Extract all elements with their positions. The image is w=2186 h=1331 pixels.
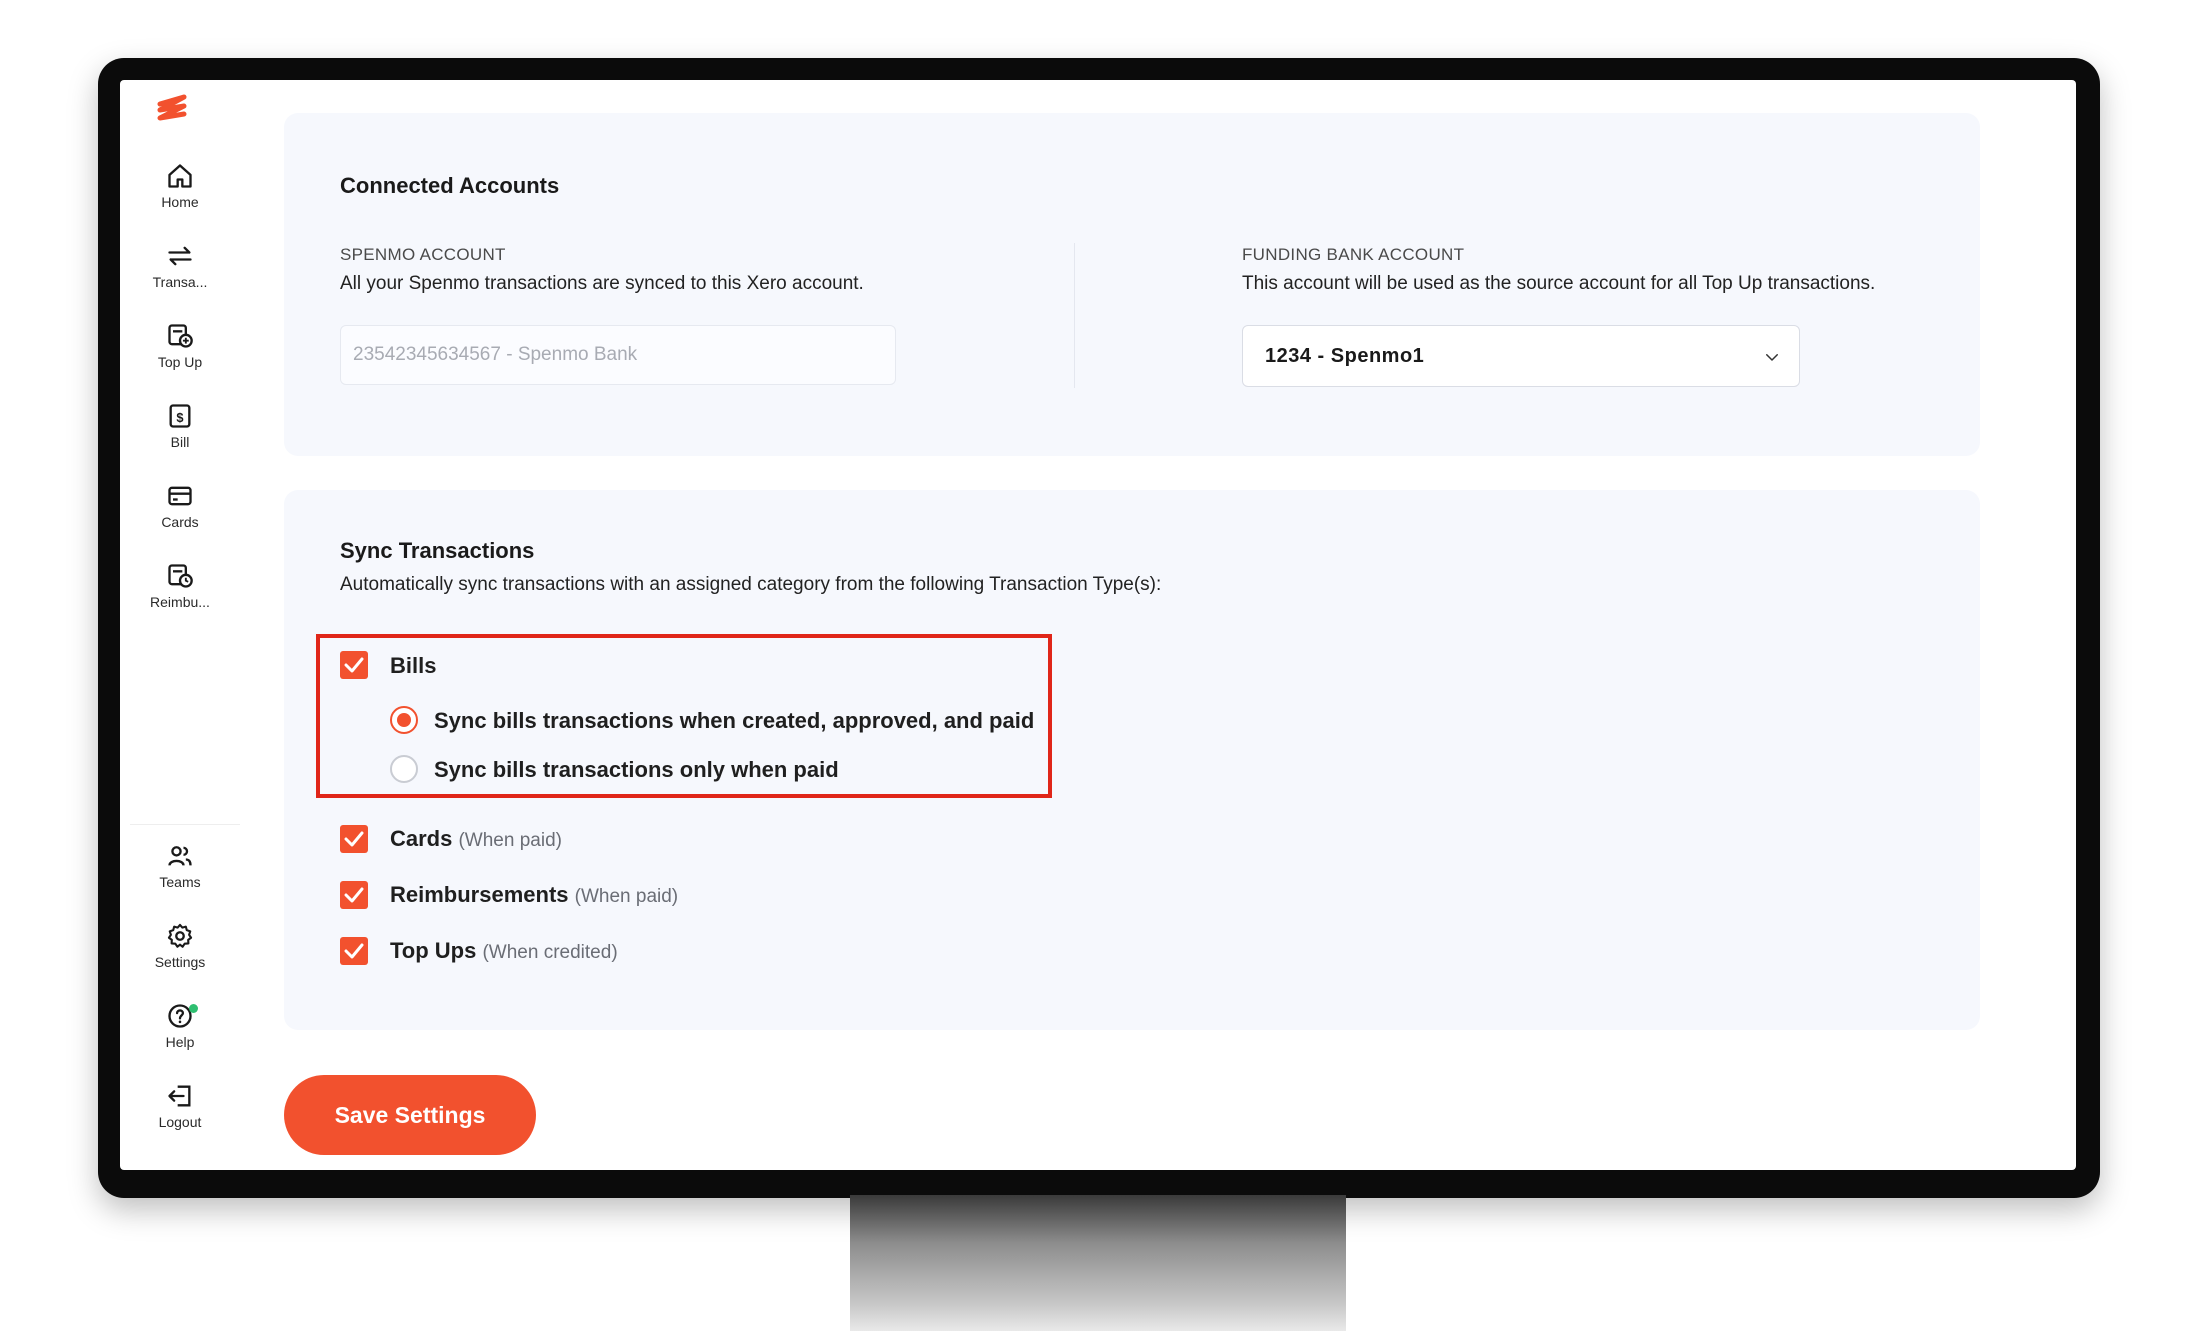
funding-bank-account-label: FUNDING BANK ACCOUNT	[1242, 245, 1465, 264]
sidebar-item-logout[interactable]: Logout	[120, 1082, 240, 1130]
reimbursements-checkbox[interactable]	[340, 881, 368, 909]
bills-sync-created-approved-paid-radio[interactable]	[390, 706, 418, 734]
bills-sync-only-paid-label: Sync bills transactions only when paid	[434, 757, 839, 782]
spenmo-logo	[157, 94, 187, 121]
app-screen: Home Transa... Top Up $ Bill Cards Reimb…	[120, 80, 2076, 1170]
checkmark-icon	[344, 887, 364, 903]
sidebar-item-label: Settings	[154, 954, 206, 970]
cards-label: Cards	[390, 826, 453, 851]
sidebar-item-label: Logout	[158, 1114, 202, 1130]
sidebar-item-teams[interactable]: Teams	[120, 842, 240, 890]
funding-bank-account-select[interactable]: 1234 - Spenmo1	[1242, 325, 1800, 387]
sync-transactions-card: Sync Transactions Automatically sync tra…	[284, 490, 1980, 1030]
home-icon	[168, 164, 192, 188]
sidebar-item-bill[interactable]: $ Bill	[120, 402, 240, 450]
sidebar-item-label: Home	[161, 194, 199, 210]
bills-sync-only-paid-radio[interactable]	[390, 755, 418, 783]
reimbursements-option: Reimbursements (When paid)	[390, 882, 678, 908]
sidebar-item-label: Teams	[159, 874, 201, 890]
checkmark-icon	[344, 657, 364, 673]
sidebar-item-home[interactable]: Home	[120, 162, 240, 210]
sidebar-item-label: Cards	[161, 514, 199, 530]
cards-suffix: (When paid)	[458, 830, 562, 851]
sidebar-item-transactions[interactable]: Transa...	[120, 242, 240, 290]
sidebar-item-label: Transa...	[152, 274, 208, 290]
bills-sync-created-approved-paid-label: Sync bills transactions when created, ap…	[434, 708, 1035, 733]
monitor-stand	[850, 1195, 1346, 1331]
gear-icon	[167, 923, 193, 948]
checkmark-icon	[344, 831, 364, 847]
top-ups-label: Top Ups	[390, 938, 477, 963]
column-divider	[1074, 243, 1075, 388]
top-ups-option: Top Ups (When credited)	[390, 938, 618, 964]
spenmo-account-input[interactable]	[340, 325, 896, 385]
funding-bank-account-value: 1234 - Spenmo1	[1265, 345, 1425, 367]
sidebar-item-settings[interactable]: Settings	[120, 922, 240, 970]
connected-accounts-title: Connected Accounts	[340, 173, 560, 198]
save-settings-button[interactable]: Save Settings	[284, 1075, 536, 1155]
connected-accounts-card: Connected Accounts SPENMO ACCOUNT All yo…	[284, 113, 1980, 456]
reimbursements-suffix: (When paid)	[574, 886, 679, 907]
sidebar-item-label: Reimbu...	[150, 594, 210, 610]
sidebar-item-label: Top Up	[157, 354, 203, 370]
reimbursement-icon	[168, 564, 193, 588]
cards-option: Cards (When paid)	[390, 826, 562, 852]
notification-dot	[189, 1004, 198, 1013]
top-ups-checkbox[interactable]	[340, 937, 368, 965]
checkmark-icon	[344, 943, 364, 959]
bills-checkbox[interactable]	[340, 651, 368, 679]
arrows-exchange-icon	[168, 246, 192, 266]
bills-label: Bills	[390, 653, 437, 678]
cards-checkbox[interactable]	[340, 825, 368, 853]
bill-icon: $	[169, 404, 191, 428]
sync-transactions-title: Sync Transactions	[340, 538, 535, 563]
funding-bank-account-description: This account will be used as the source …	[1242, 273, 1876, 294]
chevron-down-icon	[1766, 354, 1778, 361]
spenmo-account-description: All your Spenmo transactions are synced …	[340, 273, 864, 294]
sidebar-item-help[interactable]: Help	[120, 1002, 240, 1050]
sidebar-item-top-up[interactable]: Top Up	[120, 322, 240, 370]
users-icon	[168, 846, 192, 866]
svg-text:$: $	[176, 410, 183, 425]
top-ups-suffix: (When credited)	[482, 942, 618, 963]
wallet-topup-icon	[168, 324, 193, 348]
reimbursements-label: Reimbursements	[390, 882, 569, 907]
sidebar-item-cards[interactable]: Cards	[120, 482, 240, 530]
sidebar-item-reimbursements[interactable]: Reimbu...	[120, 562, 240, 610]
sidebar-divider	[130, 824, 240, 825]
sidebar-item-label: Help	[165, 1034, 195, 1050]
sync-transactions-description: Automatically sync transactions with an …	[340, 574, 1162, 595]
card-icon	[168, 486, 192, 506]
logout-icon	[168, 1085, 191, 1107]
sidebar-item-label: Bill	[170, 434, 190, 450]
spenmo-account-label: SPENMO ACCOUNT	[340, 245, 506, 264]
sidebar: Home Transa... Top Up $ Bill Cards Reimb…	[120, 80, 268, 1170]
